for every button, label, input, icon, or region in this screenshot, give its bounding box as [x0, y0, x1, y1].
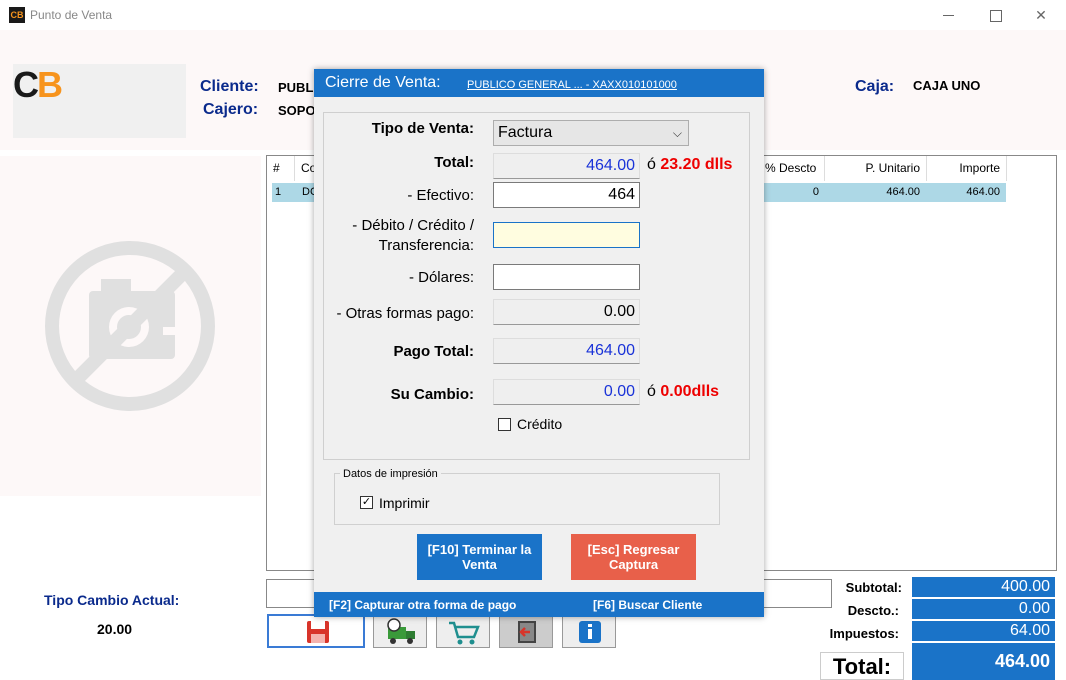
subtotal-label: Subtotal:: [845, 580, 902, 595]
total-value: 464.00: [912, 643, 1055, 680]
col-header-num[interactable]: #: [267, 156, 295, 181]
tipo-venta-label: Tipo de Venta:: [371, 120, 474, 137]
delivery-truck-icon: [387, 618, 415, 644]
dialog-header: Cierre de Venta: PUBLICO GENERAL ... - X…: [314, 69, 764, 97]
exit-door-icon: [518, 621, 536, 643]
info-button[interactable]: [562, 614, 616, 648]
dialog-footer: [F2] Capturar otra forma de pago [F6] Bu…: [314, 592, 764, 617]
info-icon: [579, 621, 601, 643]
imprimir-checkbox[interactable]: ✓: [360, 496, 373, 509]
tipo-venta-select[interactable]: Factura ⌵: [493, 120, 689, 146]
buscar-cliente-shortcut[interactable]: [F6] Buscar Cliente: [593, 598, 702, 612]
cliente-label: Cliente:: [200, 78, 259, 95]
dolares-label: - Dólares:: [408, 269, 474, 286]
cart-button[interactable]: [436, 614, 490, 648]
maximize-button[interactable]: [972, 4, 1018, 26]
app-icon: CB: [9, 7, 25, 23]
pago-total-field: 464.00: [493, 338, 640, 364]
window-title: Punto de Venta: [30, 8, 113, 22]
cajero-value: SOPO: [278, 103, 316, 118]
print-group-label: Datos de impresión: [340, 468, 441, 480]
efectivo-field[interactable]: 464: [493, 182, 640, 208]
col-header-p-unitario[interactable]: P. Unitario: [825, 156, 927, 181]
delivery-button[interactable]: [373, 614, 427, 648]
impuestos-label: Impuestos:: [829, 626, 899, 641]
credito-checkbox[interactable]: [498, 418, 511, 431]
total-field: 464.00: [493, 153, 640, 179]
dialog-title: Cierre de Venta:: [325, 74, 441, 91]
cajero-label: Cajero:: [203, 101, 259, 118]
total-label: Total:: [820, 652, 904, 680]
descto-value: 0.00: [912, 599, 1055, 619]
total-label: Total:: [434, 154, 474, 171]
efectivo-label: - Efectivo:: [407, 187, 474, 204]
minimize-button[interactable]: [926, 4, 972, 26]
tipo-cambio-label: Tipo Cambio Actual:: [44, 592, 180, 608]
row-p-unitario: 464.00: [886, 186, 920, 198]
col-header-descto[interactable]: % Descto: [759, 156, 825, 181]
terminar-venta-button[interactable]: [F10] Terminar la Venta: [417, 534, 542, 580]
caja-value: CAJA UNO: [913, 78, 981, 93]
otra-forma-pago-shortcut[interactable]: [F2] Capturar otra forma de pago: [329, 598, 516, 612]
total-dlls: ó 23.20 dlls: [647, 156, 733, 173]
close-button[interactable]: ✕: [1018, 4, 1064, 26]
save-button[interactable]: [267, 614, 365, 648]
chevron-down-icon: ⌵: [672, 126, 682, 140]
title-bar: CB Punto de Venta ✕: [0, 0, 1066, 30]
caja-label: Caja:: [855, 78, 895, 95]
dialog-client-link[interactable]: PUBLICO GENERAL ... - XAXX010101000: [467, 79, 677, 91]
descto-label: Descto.:: [847, 603, 899, 618]
logo: CB: [13, 64, 63, 105]
row-descto: 0: [812, 186, 819, 198]
no-photo-icon: [45, 241, 215, 411]
tipo-venta-value: Factura: [498, 124, 553, 141]
otras-formas-field: 0.00: [493, 299, 640, 325]
exit-button[interactable]: [499, 614, 553, 648]
debito-field[interactable]: [493, 222, 640, 248]
cierre-venta-dialog: Cierre de Venta: PUBLICO GENERAL ... - X…: [314, 69, 764, 617]
dolares-field[interactable]: [493, 264, 640, 290]
pago-total-label: Pago Total:: [393, 343, 474, 360]
imprimir-label: Imprimir: [379, 495, 430, 511]
row-num: 1: [275, 186, 282, 198]
otras-formas-label: - Otras formas pago:: [336, 305, 474, 322]
cambio-dlls: ó 0.00dlls: [647, 383, 720, 400]
col-header-importe[interactable]: Importe: [927, 156, 1007, 181]
su-cambio-field: 0.00: [493, 379, 640, 405]
credito-label: Crédito: [517, 416, 563, 432]
debito-label-line-2: Transferencia:: [378, 237, 474, 254]
floppy-disk-icon: [307, 621, 329, 643]
debito-label-line-1: - Débito / Crédito /: [352, 217, 474, 234]
row-importe: 464.00: [966, 186, 1000, 198]
impuestos-value: 64.00: [912, 621, 1055, 641]
subtotal-value: 400.00: [912, 577, 1055, 597]
su-cambio-label: Su Cambio:: [390, 386, 474, 403]
shopping-cart-icon: [449, 621, 480, 645]
tipo-cambio-value: 20.00: [97, 621, 133, 637]
regresar-captura-button[interactable]: [Esc] Regresar Captura: [571, 534, 696, 580]
cliente-value: PUBL: [278, 80, 314, 95]
